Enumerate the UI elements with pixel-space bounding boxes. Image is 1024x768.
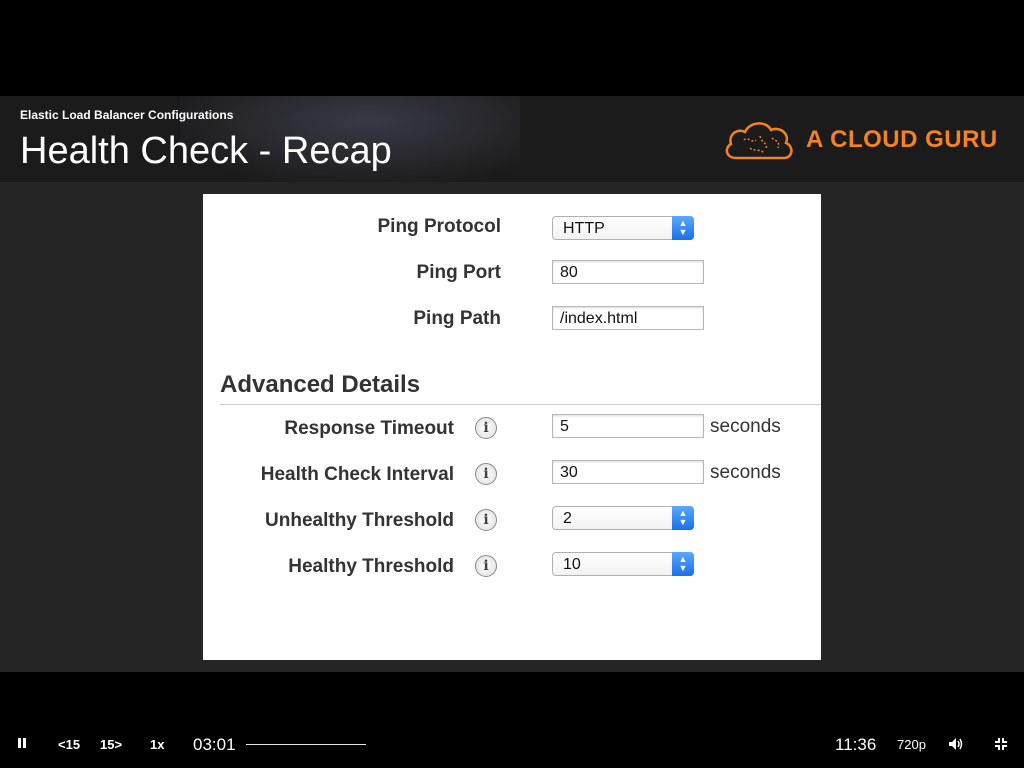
slide-header: Elastic Load Balancer Configurations Hea… (0, 96, 1024, 182)
video-frame: Elastic Load Balancer Configurations Hea… (0, 96, 1024, 672)
health-check-interval-unit: seconds (710, 462, 781, 483)
video-player[interactable]: Elastic Load Balancer Configurations Hea… (0, 0, 1024, 768)
healthy-threshold-label: Healthy Threshold (288, 556, 454, 577)
logo-text: A CLOUD GURU (806, 126, 998, 153)
slide-subtitle: Elastic Load Balancer Configurations (20, 108, 234, 122)
ping-protocol-label: Ping Protocol (377, 216, 502, 237)
rewind-chevron-icon: < (58, 737, 66, 752)
forward-chevron-icon: > (114, 737, 123, 752)
ping-path-input[interactable]: /index.html (552, 306, 704, 330)
unhealthy-threshold-select[interactable]: 2 ▲ ▼ (552, 506, 694, 530)
rewind-seconds: 15 (65, 737, 81, 752)
ping-protocol-select[interactable]: HTTP ▲ ▼ (552, 216, 694, 240)
exit-fullscreen-button[interactable] (994, 737, 1008, 751)
cloud-brain-icon (725, 122, 793, 160)
playback-speed-button[interactable]: 1x (150, 737, 164, 752)
volume-button[interactable] (948, 737, 964, 751)
player-controls: <15 15 > 1x 03:01 11:36 720p (0, 728, 1024, 762)
info-icon[interactable]: i (475, 509, 497, 531)
select-arrows-icon: ▲ ▼ (672, 552, 694, 576)
advanced-details-heading: Advanced Details (220, 371, 421, 398)
info-icon[interactable]: i (475, 417, 497, 439)
healthy-threshold-select[interactable]: 10 ▲ ▼ (552, 552, 694, 576)
rewind-15-button[interactable]: <15 (58, 737, 80, 752)
health-check-interval-label: Health Check Interval (260, 464, 454, 485)
duration: 11:36 (835, 735, 877, 754)
unhealthy-threshold-label: Unhealthy Threshold (265, 510, 454, 531)
info-icon[interactable]: i (475, 463, 497, 485)
info-icon[interactable]: i (475, 555, 497, 577)
select-arrows-icon: ▲ ▼ (672, 216, 694, 240)
forward-15-button[interactable]: 15 > (100, 737, 122, 752)
ping-path-label: Ping Path (413, 308, 501, 329)
response-timeout-label: Response Timeout (284, 418, 454, 439)
pause-button[interactable] (16, 737, 28, 749)
response-timeout-input[interactable]: 5 (552, 414, 704, 438)
current-time: 03:01 (193, 735, 236, 754)
progress-bar[interactable] (246, 744, 366, 745)
acloudguru-logo: A CLOUD GURU (722, 118, 998, 162)
ping-protocol-value: HTTP (563, 220, 605, 237)
quality-button[interactable]: 720p (897, 737, 926, 752)
forward-seconds: 15 (100, 737, 115, 752)
pause-icon (18, 738, 26, 748)
ping-port-label: Ping Port (416, 262, 501, 283)
volume-icon (949, 738, 963, 750)
health-check-panel: Ping Protocol HTTP ▲ ▼ Ping Port 80 Ping … (203, 194, 821, 660)
health-check-interval-input[interactable]: 30 (552, 460, 704, 484)
response-timeout-unit: seconds (710, 416, 781, 437)
healthy-threshold-value: 10 (563, 556, 581, 573)
section-divider (220, 404, 821, 405)
exit-fullscreen-icon (995, 738, 1007, 750)
slide-title: Health Check - Recap (20, 130, 392, 172)
unhealthy-threshold-value: 2 (563, 510, 572, 527)
ping-port-input[interactable]: 80 (552, 260, 704, 284)
select-arrows-icon: ▲ ▼ (672, 506, 694, 530)
